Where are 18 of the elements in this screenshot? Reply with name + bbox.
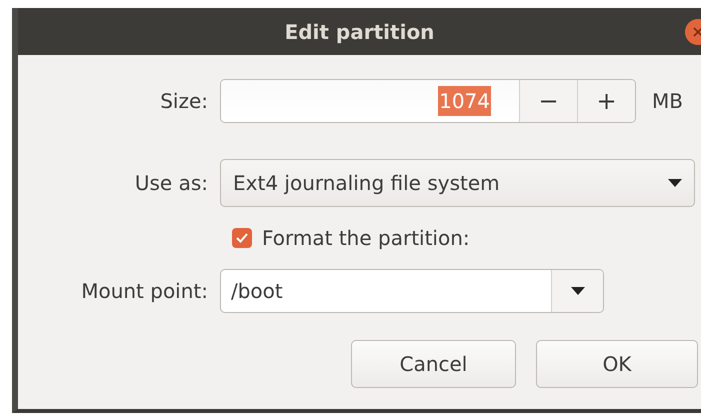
filesystem-dropdown[interactable]: Ext4 journaling file system: [220, 159, 695, 207]
checkmark-icon: [236, 233, 248, 243]
size-label: Size:: [160, 88, 208, 115]
size-spin-field[interactable]: 1074 − +: [220, 79, 636, 123]
mount-point-label: Mount point:: [81, 278, 208, 305]
mount-point-combo[interactable]: /boot: [220, 269, 604, 313]
format-checkbox[interactable]: [232, 228, 252, 248]
use-as-label: Use as:: [134, 170, 208, 197]
window-title: Edit partition: [284, 18, 434, 46]
increment-button[interactable]: +: [577, 80, 635, 122]
dropdown-arrow-icon[interactable]: [570, 287, 584, 295]
unit-label: MB: [652, 88, 683, 115]
size-value: 1074: [438, 86, 491, 116]
format-label: Format the partition:: [262, 225, 470, 252]
dropdown-arrow-icon: [668, 179, 682, 187]
ok-button[interactable]: OK: [536, 340, 698, 388]
cancel-button[interactable]: Cancel: [351, 340, 516, 388]
decrement-button[interactable]: −: [519, 80, 577, 122]
